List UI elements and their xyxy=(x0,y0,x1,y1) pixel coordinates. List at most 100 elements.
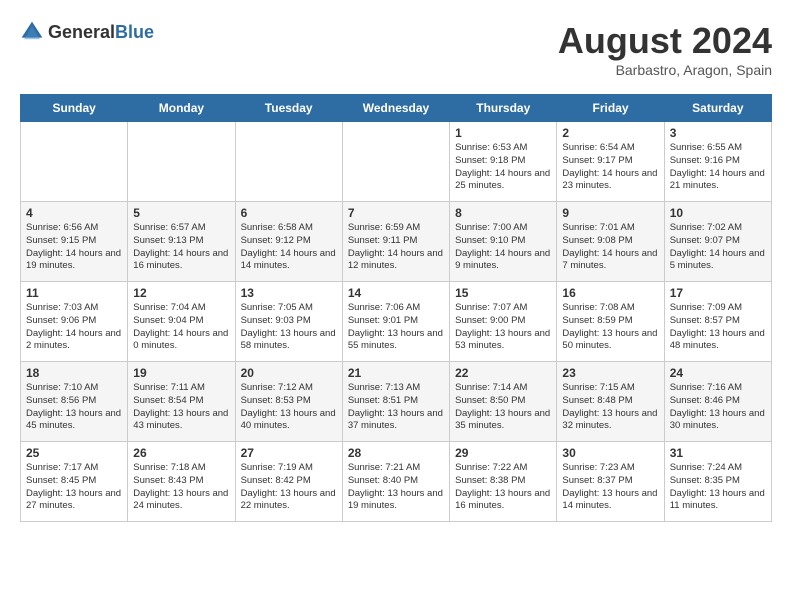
daylight-text: Daylight: 14 hours and 0 minutes. xyxy=(133,328,228,352)
sunrise-text: Sunrise: 7:17 AM xyxy=(26,462,98,473)
day-info: Sunrise: 7:23 AM Sunset: 8:37 PM Dayligh… xyxy=(562,462,658,513)
sunset-text: Sunset: 9:17 PM xyxy=(562,155,632,166)
sunset-text: Sunset: 8:37 PM xyxy=(562,475,632,486)
logo-text-blue: Blue xyxy=(115,22,154,42)
day-number: 10 xyxy=(670,206,766,220)
day-info: Sunrise: 6:59 AM Sunset: 9:11 PM Dayligh… xyxy=(348,222,444,273)
location: Barbastro, Aragon, Spain xyxy=(558,62,772,78)
day-number: 7 xyxy=(348,206,444,220)
day-number: 15 xyxy=(455,286,551,300)
title-block: August 2024 Barbastro, Aragon, Spain xyxy=(558,20,772,78)
day-info: Sunrise: 6:54 AM Sunset: 9:17 PM Dayligh… xyxy=(562,142,658,193)
day-info: Sunrise: 6:55 AM Sunset: 9:16 PM Dayligh… xyxy=(670,142,766,193)
day-info: Sunrise: 7:22 AM Sunset: 8:38 PM Dayligh… xyxy=(455,462,551,513)
daylight-text: Daylight: 13 hours and 43 minutes. xyxy=(133,408,228,432)
calendar-day: 16 Sunrise: 7:08 AM Sunset: 8:59 PM Dayl… xyxy=(557,282,664,362)
calendar-day: 7 Sunrise: 6:59 AM Sunset: 9:11 PM Dayli… xyxy=(342,202,449,282)
sunset-text: Sunset: 9:15 PM xyxy=(26,235,96,246)
weekday-header-row: SundayMondayTuesdayWednesdayThursdayFrid… xyxy=(21,95,772,122)
day-info: Sunrise: 7:08 AM Sunset: 8:59 PM Dayligh… xyxy=(562,302,658,353)
day-info: Sunrise: 7:21 AM Sunset: 8:40 PM Dayligh… xyxy=(348,462,444,513)
weekday-header-sunday: Sunday xyxy=(21,95,128,122)
sunset-text: Sunset: 9:01 PM xyxy=(348,315,418,326)
calendar-day: 31 Sunrise: 7:24 AM Sunset: 8:35 PM Dayl… xyxy=(664,442,771,522)
calendar-day: 6 Sunrise: 6:58 AM Sunset: 9:12 PM Dayli… xyxy=(235,202,342,282)
calendar-day: 1 Sunrise: 6:53 AM Sunset: 9:18 PM Dayli… xyxy=(450,122,557,202)
logo-icon xyxy=(20,20,44,44)
sunset-text: Sunset: 9:07 PM xyxy=(670,235,740,246)
day-info: Sunrise: 7:10 AM Sunset: 8:56 PM Dayligh… xyxy=(26,382,122,433)
day-number: 27 xyxy=(241,446,337,460)
sunrise-text: Sunrise: 7:18 AM xyxy=(133,462,205,473)
day-info: Sunrise: 7:11 AM Sunset: 8:54 PM Dayligh… xyxy=(133,382,229,433)
day-number: 30 xyxy=(562,446,658,460)
sunrise-text: Sunrise: 7:14 AM xyxy=(455,382,527,393)
calendar-week-4: 18 Sunrise: 7:10 AM Sunset: 8:56 PM Dayl… xyxy=(21,362,772,442)
calendar-week-3: 11 Sunrise: 7:03 AM Sunset: 9:06 PM Dayl… xyxy=(21,282,772,362)
sunset-text: Sunset: 8:59 PM xyxy=(562,315,632,326)
daylight-text: Daylight: 13 hours and 50 minutes. xyxy=(562,328,657,352)
day-info: Sunrise: 7:13 AM Sunset: 8:51 PM Dayligh… xyxy=(348,382,444,433)
sunset-text: Sunset: 9:04 PM xyxy=(133,315,203,326)
day-number: 19 xyxy=(133,366,229,380)
sunrise-text: Sunrise: 7:11 AM xyxy=(133,382,205,393)
daylight-text: Daylight: 13 hours and 30 minutes. xyxy=(670,408,765,432)
day-number: 12 xyxy=(133,286,229,300)
sunset-text: Sunset: 9:08 PM xyxy=(562,235,632,246)
sunrise-text: Sunrise: 7:24 AM xyxy=(670,462,742,473)
day-number: 8 xyxy=(455,206,551,220)
daylight-text: Daylight: 14 hours and 25 minutes. xyxy=(455,168,550,192)
sunset-text: Sunset: 8:38 PM xyxy=(455,475,525,486)
sunrise-text: Sunrise: 7:03 AM xyxy=(26,302,98,313)
calendar-day: 30 Sunrise: 7:23 AM Sunset: 8:37 PM Dayl… xyxy=(557,442,664,522)
calendar-day: 27 Sunrise: 7:19 AM Sunset: 8:42 PM Dayl… xyxy=(235,442,342,522)
sunset-text: Sunset: 9:13 PM xyxy=(133,235,203,246)
sunrise-text: Sunrise: 7:21 AM xyxy=(348,462,420,473)
day-info: Sunrise: 7:09 AM Sunset: 8:57 PM Dayligh… xyxy=(670,302,766,353)
calendar-day xyxy=(128,122,235,202)
day-number: 1 xyxy=(455,126,551,140)
day-info: Sunrise: 7:02 AM Sunset: 9:07 PM Dayligh… xyxy=(670,222,766,273)
day-number: 5 xyxy=(133,206,229,220)
sunset-text: Sunset: 8:45 PM xyxy=(26,475,96,486)
day-number: 23 xyxy=(562,366,658,380)
sunset-text: Sunset: 8:50 PM xyxy=(455,395,525,406)
sunrise-text: Sunrise: 7:09 AM xyxy=(670,302,742,313)
calendar-day: 11 Sunrise: 7:03 AM Sunset: 9:06 PM Dayl… xyxy=(21,282,128,362)
sunrise-text: Sunrise: 6:55 AM xyxy=(670,142,742,153)
day-number: 2 xyxy=(562,126,658,140)
calendar-day: 14 Sunrise: 7:06 AM Sunset: 9:01 PM Dayl… xyxy=(342,282,449,362)
sunrise-text: Sunrise: 6:58 AM xyxy=(241,222,313,233)
calendar-day: 10 Sunrise: 7:02 AM Sunset: 9:07 PM Dayl… xyxy=(664,202,771,282)
calendar-day: 25 Sunrise: 7:17 AM Sunset: 8:45 PM Dayl… xyxy=(21,442,128,522)
sunset-text: Sunset: 9:12 PM xyxy=(241,235,311,246)
calendar-week-5: 25 Sunrise: 7:17 AM Sunset: 8:45 PM Dayl… xyxy=(21,442,772,522)
day-info: Sunrise: 6:58 AM Sunset: 9:12 PM Dayligh… xyxy=(241,222,337,273)
sunrise-text: Sunrise: 7:06 AM xyxy=(348,302,420,313)
calendar-day xyxy=(21,122,128,202)
day-number: 16 xyxy=(562,286,658,300)
day-number: 29 xyxy=(455,446,551,460)
calendar-day: 23 Sunrise: 7:15 AM Sunset: 8:48 PM Dayl… xyxy=(557,362,664,442)
calendar-day: 29 Sunrise: 7:22 AM Sunset: 8:38 PM Dayl… xyxy=(450,442,557,522)
sunset-text: Sunset: 9:06 PM xyxy=(26,315,96,326)
sunset-text: Sunset: 8:35 PM xyxy=(670,475,740,486)
day-info: Sunrise: 7:07 AM Sunset: 9:00 PM Dayligh… xyxy=(455,302,551,353)
sunset-text: Sunset: 8:43 PM xyxy=(133,475,203,486)
daylight-text: Daylight: 14 hours and 23 minutes. xyxy=(562,168,657,192)
daylight-text: Daylight: 14 hours and 19 minutes. xyxy=(26,248,121,272)
day-number: 26 xyxy=(133,446,229,460)
day-info: Sunrise: 7:18 AM Sunset: 8:43 PM Dayligh… xyxy=(133,462,229,513)
calendar-day: 5 Sunrise: 6:57 AM Sunset: 9:13 PM Dayli… xyxy=(128,202,235,282)
sunset-text: Sunset: 8:56 PM xyxy=(26,395,96,406)
daylight-text: Daylight: 14 hours and 7 minutes. xyxy=(562,248,657,272)
daylight-text: Daylight: 14 hours and 2 minutes. xyxy=(26,328,121,352)
daylight-text: Daylight: 13 hours and 22 minutes. xyxy=(241,488,336,512)
day-number: 22 xyxy=(455,366,551,380)
day-info: Sunrise: 6:53 AM Sunset: 9:18 PM Dayligh… xyxy=(455,142,551,193)
sunset-text: Sunset: 9:03 PM xyxy=(241,315,311,326)
sunset-text: Sunset: 8:46 PM xyxy=(670,395,740,406)
day-info: Sunrise: 6:56 AM Sunset: 9:15 PM Dayligh… xyxy=(26,222,122,273)
sunset-text: Sunset: 8:51 PM xyxy=(348,395,418,406)
day-info: Sunrise: 7:17 AM Sunset: 8:45 PM Dayligh… xyxy=(26,462,122,513)
